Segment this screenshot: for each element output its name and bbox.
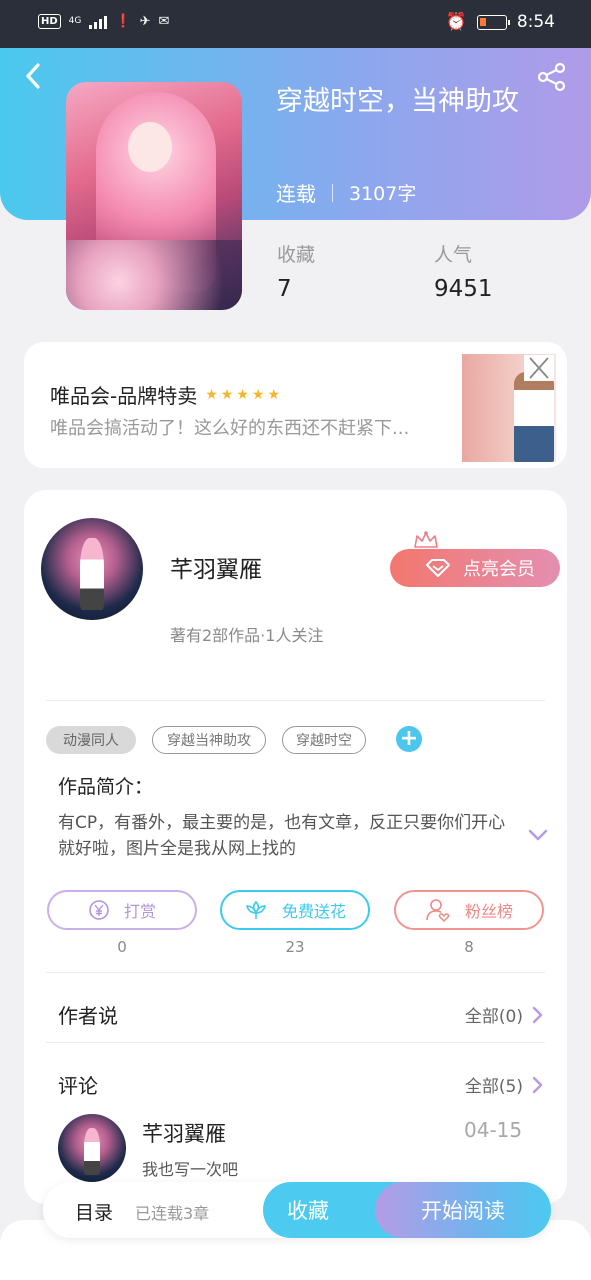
tip-label: 打赏 bbox=[123, 902, 156, 921]
ad-title-row: 唯品会-品牌特卖 ★ ★ ★ ★ ★ bbox=[50, 380, 280, 409]
star-icon: ★ bbox=[205, 386, 218, 403]
status-right: ⏰ 8:54 bbox=[446, 12, 555, 32]
chevron-right-icon bbox=[532, 1076, 543, 1093]
favorites-label: 收藏 bbox=[277, 244, 316, 266]
word-count: 3107字 bbox=[349, 183, 417, 205]
serial-divider bbox=[332, 183, 333, 202]
network-indicator: 4G bbox=[68, 16, 82, 26]
commenter-name[interactable]: 芊羽翼雁 bbox=[142, 1118, 226, 1148]
author-says-label: 作者说 bbox=[58, 1004, 118, 1028]
fans-count: 8 bbox=[464, 938, 474, 956]
popularity-label: 人气 bbox=[434, 244, 473, 266]
intro-text: 有CP，有番外，最主要的是，也有文章，反正只要你们开心就好啦，图片全是我从网上找… bbox=[58, 813, 506, 859]
comments-all-link[interactable]: 全部(5) bbox=[465, 1072, 543, 1097]
flower-count: 23 bbox=[285, 938, 305, 956]
chapter-count: 已连载3章 bbox=[135, 1204, 210, 1223]
alarm-icon: ⏰ bbox=[445, 12, 467, 32]
comments-all: 全部(5) bbox=[464, 1077, 523, 1097]
flower-icon bbox=[245, 900, 267, 919]
book-title: 穿越时空，当神助攻 bbox=[276, 86, 519, 117]
serial-info: 连载 3107字 bbox=[276, 178, 416, 207]
send-flower-label: 免费送花 bbox=[281, 902, 346, 921]
author-meta: 著有2部作品·1人关注 bbox=[170, 626, 324, 645]
popularity-value: 9451 bbox=[434, 276, 493, 302]
avatar-figure bbox=[83, 1127, 101, 1176]
ad-title: 唯品会-品牌特卖 bbox=[50, 384, 198, 408]
intro-label: 作品简介： bbox=[58, 776, 154, 798]
rating-stars: ★ ★ ★ ★ ★ bbox=[205, 387, 280, 403]
chevron-right-icon bbox=[532, 1006, 543, 1023]
start-reading-label: 开始阅读 bbox=[421, 1199, 505, 1223]
book-detail-card: 芊羽翼雁 著有2部作品·1人关注 点亮会员 动漫同人 穿越当神助攻 穿越时空 +… bbox=[24, 490, 567, 1204]
add-tag-button[interactable]: + bbox=[396, 726, 422, 752]
author-says-all: 全部(0) bbox=[464, 1007, 523, 1027]
bird-icon: ✈ bbox=[139, 14, 151, 29]
crown-icon bbox=[414, 531, 438, 548]
avatar-figure bbox=[79, 538, 105, 610]
star-icon: ★ bbox=[267, 386, 281, 403]
chevron-down-icon[interactable] bbox=[526, 825, 550, 845]
ad-image-model bbox=[514, 372, 554, 462]
divider bbox=[46, 972, 545, 973]
wechat-icon: ✉ bbox=[158, 14, 170, 29]
bottom-action-bar: 目录 已连载3章 收藏 开始阅读 bbox=[43, 1182, 551, 1238]
cover-art-face bbox=[128, 122, 172, 172]
notification-icon: ❗ bbox=[115, 14, 132, 29]
divider bbox=[46, 700, 545, 701]
tag-anime-fanfic[interactable]: 动漫同人 bbox=[46, 726, 136, 754]
commenter-avatar[interactable] bbox=[58, 1114, 126, 1182]
author-name[interactable]: 芊羽翼雁 bbox=[170, 550, 262, 584]
diamond-icon bbox=[426, 559, 450, 577]
yen-icon bbox=[89, 900, 109, 920]
author-avatar[interactable] bbox=[41, 518, 143, 620]
status-bar: HD 4G ❗ ✈ ✉ ⏰ 8:54 bbox=[0, 0, 591, 48]
close-icon[interactable] bbox=[524, 355, 554, 381]
vip-button[interactable]: 点亮会员 bbox=[390, 549, 560, 587]
battery-icon bbox=[476, 14, 510, 30]
tip-count: 0 bbox=[117, 938, 127, 956]
signal-icon bbox=[89, 15, 108, 29]
comment-date: 04-15 bbox=[464, 1118, 523, 1142]
vip-button-label: 点亮会员 bbox=[463, 559, 535, 580]
send-flower-button[interactable]: 免费送花 bbox=[220, 890, 370, 930]
tip-button[interactable]: 打赏 bbox=[47, 890, 197, 930]
fans-ranking-label: 粉丝榜 bbox=[464, 902, 513, 921]
clock: 8:54 bbox=[516, 12, 555, 32]
serial-status: 连载 bbox=[276, 182, 316, 206]
back-icon[interactable] bbox=[20, 62, 48, 90]
book-cover[interactable] bbox=[66, 82, 242, 310]
ad-banner[interactable]: 唯品会-品牌特卖 ★ ★ ★ ★ ★ 唯品会搞活动了！这么好的东西还不赶紧下..… bbox=[24, 342, 567, 468]
divider bbox=[46, 1042, 545, 1043]
star-icon: ★ bbox=[251, 386, 265, 403]
comment-text: 我也写一次吧 bbox=[142, 1160, 239, 1179]
favorites-value: 7 bbox=[277, 276, 292, 302]
hd-indicator: HD bbox=[38, 14, 61, 29]
cover-art-blossom bbox=[66, 240, 242, 310]
toc-button[interactable]: 目录 bbox=[75, 1198, 113, 1225]
star-icon: ★ bbox=[236, 386, 249, 403]
tag-time-travel[interactable]: 穿越时空 bbox=[282, 726, 366, 754]
tag-assist-god[interactable]: 穿越当神助攻 bbox=[152, 726, 266, 754]
ad-description: 唯品会搞活动了！这么好的东西还不赶紧下... bbox=[50, 418, 410, 439]
star-icon: ★ bbox=[220, 386, 234, 403]
fan-user-icon bbox=[426, 899, 450, 923]
share-icon[interactable] bbox=[537, 62, 567, 92]
status-left: HD 4G ❗ ✈ ✉ bbox=[38, 14, 169, 29]
author-says-all-link[interactable]: 全部(0) bbox=[465, 1002, 543, 1027]
fans-ranking-button[interactable]: 粉丝榜 bbox=[394, 890, 544, 930]
favorite-label: 收藏 bbox=[287, 1199, 329, 1223]
start-reading-button[interactable]: 开始阅读 bbox=[375, 1182, 551, 1238]
comments-label: 评论 bbox=[58, 1074, 98, 1098]
